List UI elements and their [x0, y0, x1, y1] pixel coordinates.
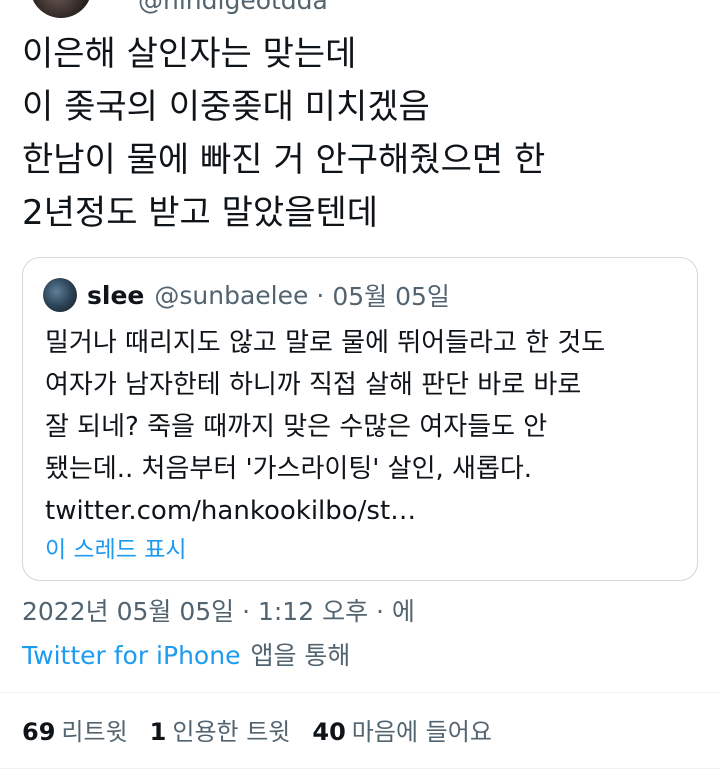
quoted-link[interactable]: twitter.com/hankookilbo/st…	[45, 490, 685, 532]
author-handle[interactable]: @hindigeotdda	[138, 0, 328, 15]
tweet-line: 이 좆국의 이중좆대 미치겠음	[22, 87, 430, 127]
show-thread-link[interactable]: 이 스레드 표시	[45, 530, 187, 564]
quoted-line: 됐는데.. 처음부터 '가스라이팅' 살인, 새롭다.	[45, 454, 533, 484]
tweet-text: 이은해 살인자는 맞는데 이 좆국의 이중좆대 미치겠음 한남이 물에 빠진 거…	[22, 28, 702, 240]
quoted-line: 밀거나 때리지도 않고 말로 물에 뛰어들라고 한 것도	[45, 328, 606, 358]
quoted-date[interactable]: 05월 05일	[332, 277, 450, 313]
divider	[0, 768, 720, 769]
avatar[interactable]	[30, 0, 92, 18]
tweet-line: 한남이 물에 빠진 거 안구해줬으면 한	[22, 140, 546, 180]
quoted-line: 잘 되네? 죽을 때까지 맞은 수많은 여자들도 안	[45, 412, 548, 442]
separator-dot: ·	[316, 280, 325, 310]
source-via-label: 앱을 통해	[250, 641, 351, 670]
quoted-tweet-text: 밀거나 때리지도 않고 말로 물에 뛰어들라고 한 것도 여자가 남자한테 하니…	[45, 322, 685, 532]
source-link[interactable]: Twitter for iPhone	[22, 641, 240, 670]
quoted-author-name[interactable]: slee	[87, 281, 144, 310]
likes-count: 40	[312, 718, 346, 746]
divider	[0, 692, 720, 693]
retweets-label: 리트윗	[61, 718, 128, 746]
likes-label: 마음에 들어요	[351, 718, 492, 746]
retweets-count: 69	[22, 718, 56, 746]
quotes-label: 인용한 트윗	[172, 718, 291, 746]
likes-stat[interactable]: 40 마음에 들어요	[312, 712, 492, 747]
retweets-stat[interactable]: 69 리트윗	[22, 712, 128, 747]
quoted-tweet-header: slee @sunbaelee · 05월 05일	[43, 278, 450, 312]
quotes-count: 1	[149, 718, 167, 746]
tweet-line: 2년정도 받고 말았을텐데	[22, 193, 379, 233]
quoted-author-handle[interactable]: @sunbaelee	[154, 281, 308, 310]
tweet-source: Twitter for iPhone 앱을 통해	[22, 636, 350, 672]
tweet-timestamp[interactable]: 2022년 05월 05일 · 1:12 오후 · 에	[22, 592, 415, 628]
quoted-line: 여자가 남자한테 하니까 직접 살해 판단 바로 바로	[45, 370, 582, 400]
quoted-avatar[interactable]	[43, 278, 77, 312]
tweet-header: @hindigeotdda	[0, 0, 720, 22]
tweet-line: 이은해 살인자는 맞는데	[22, 34, 357, 74]
quoted-tweet-card[interactable]: slee @sunbaelee · 05월 05일 밀거나 때리지도 않고 말로…	[22, 257, 698, 581]
tweet-stats: 69 리트윗 1 인용한 트윗 40 마음에 들어요	[22, 712, 514, 747]
quotes-stat[interactable]: 1 인용한 트윗	[150, 712, 291, 747]
